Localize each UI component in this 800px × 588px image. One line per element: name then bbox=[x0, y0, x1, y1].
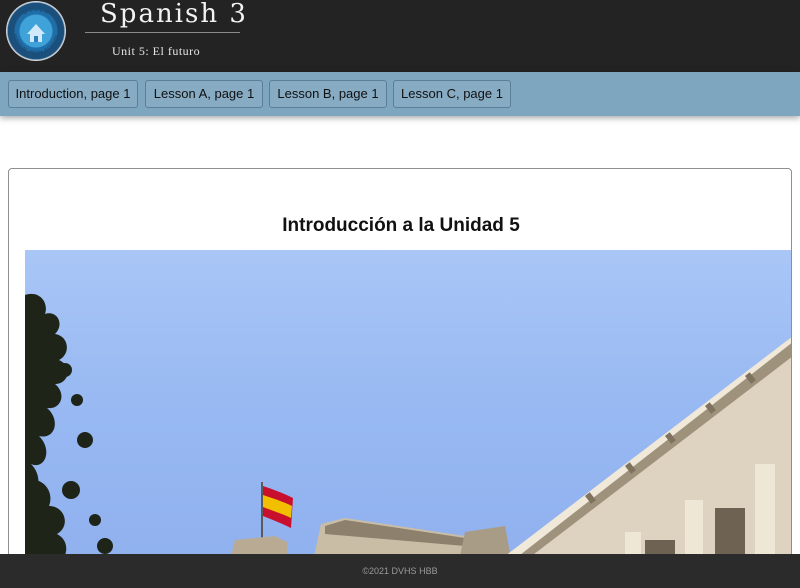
title-divider bbox=[85, 32, 240, 33]
nav-lesson-a-button[interactable]: Lesson A, page 1 bbox=[145, 80, 263, 108]
logo-top-text: DODEA bbox=[22, 7, 49, 17]
page-heading: Introducción a la Unidad 5 bbox=[282, 215, 520, 236]
dvhs-logo[interactable]: DODEA VIRTUAL HIGH SCHOOL bbox=[7, 2, 65, 60]
svg-text:DODEA: DODEA bbox=[22, 7, 49, 17]
lesson-nav: Introduction, page 1 Lesson A, page 1 Le… bbox=[0, 72, 800, 116]
copyright-text: ©2021 DVHS HBB bbox=[362, 566, 438, 576]
unit-subtitle: Unit 5: El futuro bbox=[112, 44, 201, 58]
content-card: Introducción a la Unidad 5 bbox=[8, 168, 792, 578]
course-title: Spanish 3 bbox=[100, 0, 248, 29]
site-footer: ©2021 DVHS HBB bbox=[0, 554, 800, 588]
intro-photo bbox=[25, 250, 791, 577]
logo-emblem-icon: DODEA VIRTUAL HIGH SCHOOL bbox=[11, 7, 60, 56]
nav-lesson-c-button[interactable]: Lesson C, page 1 bbox=[393, 80, 511, 108]
site-header: DODEA VIRTUAL HIGH SCHOOL Spanish 3 Unit… bbox=[0, 0, 800, 72]
spanish-building-photo-icon bbox=[25, 293, 791, 577]
nav-lesson-b-button[interactable]: Lesson B, page 1 bbox=[269, 80, 387, 108]
nav-introduction-button[interactable]: Introduction, page 1 bbox=[8, 80, 138, 108]
